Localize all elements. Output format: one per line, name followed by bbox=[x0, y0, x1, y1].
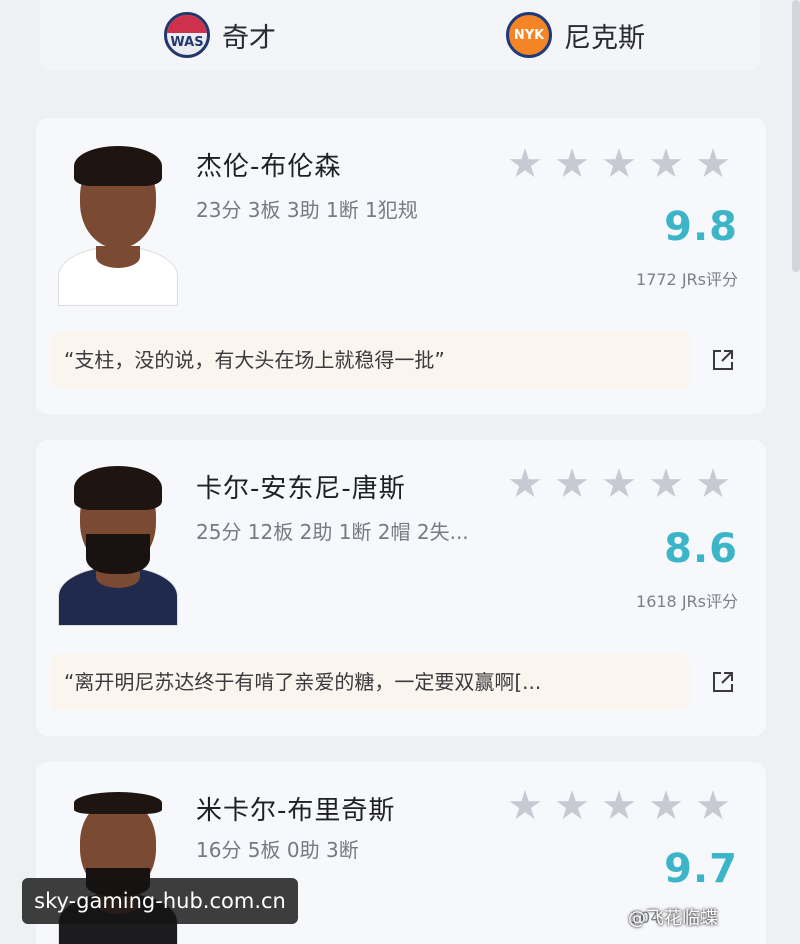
player-stats: 25分 12板 2助 1断 2帽 2失... bbox=[196, 520, 469, 544]
star-icon[interactable]: ★ bbox=[553, 144, 591, 184]
team-name-right: 尼克斯 bbox=[564, 22, 645, 54]
player-name: 卡尔-安东尼-唐斯 bbox=[196, 474, 406, 504]
author-credit: @飞花临蝶 bbox=[628, 908, 718, 929]
rating-stars[interactable]: ★ ★ ★ ★ ★ bbox=[506, 464, 732, 504]
star-icon[interactable]: ★ bbox=[647, 144, 685, 184]
star-icon[interactable]: ★ bbox=[647, 786, 685, 826]
player-stats: 16分 5板 0助 3断 bbox=[196, 838, 359, 862]
star-icon[interactable]: ★ bbox=[506, 786, 544, 826]
player-avatar bbox=[58, 466, 178, 626]
player-score: 8.6 bbox=[664, 526, 738, 572]
player-score: 9.7 bbox=[664, 846, 738, 892]
scrollbar[interactable] bbox=[792, 0, 800, 272]
player-stats: 23分 3板 3助 1断 1犯规 bbox=[196, 198, 418, 222]
star-icon[interactable]: ★ bbox=[600, 786, 638, 826]
player-avatar bbox=[58, 146, 178, 306]
player-card[interactable]: 杰伦-布伦森 23分 3板 3助 1断 1犯规 ★ ★ ★ ★ ★ 9.8 17… bbox=[36, 118, 766, 414]
star-icon[interactable]: ★ bbox=[694, 464, 732, 504]
team-header: WAS 奇才 NYK 尼克斯 bbox=[40, 0, 760, 70]
knicks-logo-icon: NYK bbox=[506, 12, 552, 58]
top-comment[interactable]: “支柱，没的说，有大头在场上就稳得一批” bbox=[50, 332, 690, 388]
share-icon[interactable] bbox=[710, 669, 736, 695]
player-card[interactable]: 卡尔-安东尼-唐斯 25分 12板 2助 1断 2帽 2失... ★ ★ ★ ★… bbox=[36, 440, 766, 736]
rating-stars[interactable]: ★ ★ ★ ★ ★ bbox=[506, 144, 732, 184]
star-icon[interactable]: ★ bbox=[553, 464, 591, 504]
star-icon[interactable]: ★ bbox=[600, 144, 638, 184]
star-icon[interactable]: ★ bbox=[506, 464, 544, 504]
player-name: 杰伦-布伦森 bbox=[196, 152, 342, 182]
top-comment[interactable]: “离开明尼苏达终于有啃了亲爱的糖，一定要双赢啊[... bbox=[50, 654, 690, 710]
star-icon[interactable]: ★ bbox=[694, 144, 732, 184]
star-icon[interactable]: ★ bbox=[694, 786, 732, 826]
site-watermark: sky-gaming-hub.com.cn bbox=[22, 878, 298, 924]
team-name-left: 奇才 bbox=[222, 22, 276, 54]
rating-stars[interactable]: ★ ★ ★ ★ ★ bbox=[506, 786, 732, 826]
player-name: 米卡尔-布里奇斯 bbox=[196, 796, 396, 826]
team-tab-wizards[interactable]: WAS 奇才 bbox=[164, 5, 276, 65]
rating-count: 1618 JRs评分 bbox=[636, 592, 738, 611]
wizards-logo-icon: WAS bbox=[164, 12, 210, 58]
player-score: 9.8 bbox=[664, 204, 738, 250]
share-icon[interactable] bbox=[710, 347, 736, 373]
team-tab-knicks[interactable]: NYK 尼克斯 bbox=[506, 5, 645, 65]
star-icon[interactable]: ★ bbox=[506, 144, 544, 184]
star-icon[interactable]: ★ bbox=[647, 464, 685, 504]
star-icon[interactable]: ★ bbox=[553, 786, 591, 826]
rating-count: 1772 JRs评分 bbox=[636, 270, 738, 289]
star-icon[interactable]: ★ bbox=[600, 464, 638, 504]
